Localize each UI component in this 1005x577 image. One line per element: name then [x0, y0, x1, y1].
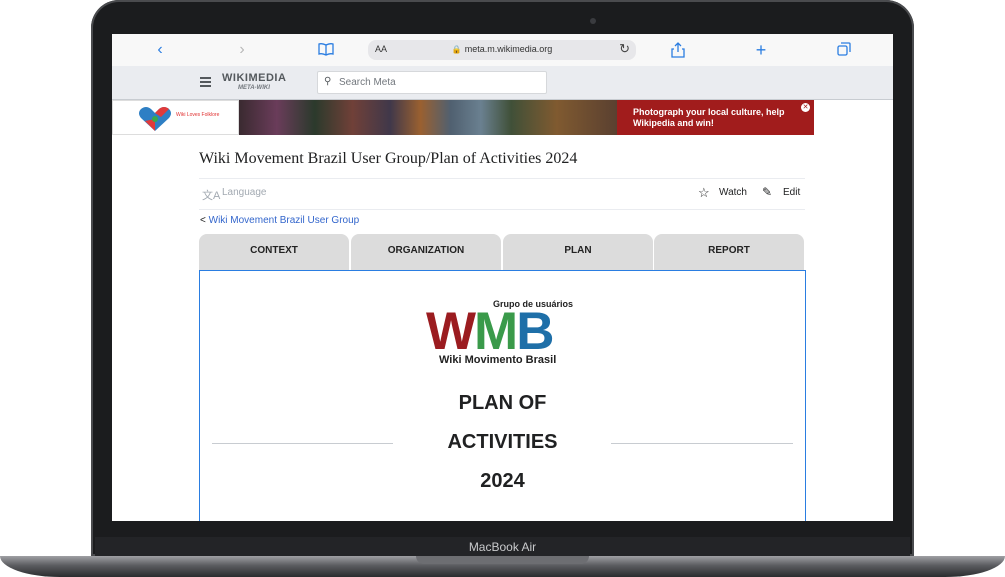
forward-icon[interactable]: ›: [234, 42, 250, 58]
tab-report[interactable]: REPORT: [654, 234, 804, 270]
tab-bar: CONTEXT ORGANIZATION PLAN REPORT: [199, 234, 806, 270]
star-icon[interactable]: ☆: [698, 185, 710, 201]
breadcrumb-prefix: <: [200, 215, 206, 226]
banner-cta[interactable]: Photograph your local culture, help Wiki…: [617, 100, 814, 135]
banner-logo-text: Wiki Loves Folklore: [176, 112, 220, 118]
search-placeholder: Search Meta: [339, 77, 396, 88]
campaign-banner[interactable]: Wiki Loves Folklore Photograph your loca…: [112, 100, 814, 135]
search-icon: ⚲: [324, 76, 332, 87]
tab-organization[interactable]: ORGANIZATION: [351, 234, 501, 270]
bookmarks-icon[interactable]: [318, 42, 334, 58]
breadcrumb-link[interactable]: Wiki Movement Brazil User Group: [209, 215, 360, 226]
heading-line-3: 2024: [480, 470, 525, 492]
menu-icon[interactable]: [200, 77, 211, 89]
edit-button[interactable]: Edit: [783, 187, 800, 198]
share-icon[interactable]: [670, 42, 686, 58]
wmb-logo-name: Wiki Movimento Brasil: [439, 354, 557, 366]
back-icon[interactable]: ‹: [152, 42, 168, 58]
close-icon[interactable]: ✕: [801, 103, 810, 112]
divider-left: [212, 443, 393, 444]
new-tab-icon[interactable]: +: [753, 41, 769, 59]
heading-line-1: PLAN OF: [458, 392, 547, 414]
language-icon[interactable]: 文A: [202, 187, 220, 203]
banner-logo: Wiki Loves Folklore: [112, 100, 239, 135]
breadcrumb: < Wiki Movement Brazil User Group: [200, 215, 359, 226]
address-bar[interactable]: AA 🔒 meta.m.wikimedia.org ↻: [368, 40, 636, 60]
heart-puzzle-icon: [139, 107, 171, 131]
search-input[interactable]: ⚲ Search Meta: [317, 71, 547, 94]
tabs-icon[interactable]: [836, 42, 852, 58]
address-url: 🔒 meta.m.wikimedia.org: [368, 44, 636, 54]
screen: ‹ › AA 🔒 meta.m.wikimedia.org ↻ + WIKIMED…: [112, 34, 893, 521]
page-tools: 文A Language ☆ Watch ✎ Edit: [199, 178, 805, 210]
banner-cta-text: Photograph your local culture, help Wiki…: [633, 107, 785, 128]
language-button[interactable]: Language: [222, 187, 267, 198]
reload-icon[interactable]: ↻: [619, 41, 630, 57]
wmb-letter-b: B: [516, 302, 554, 361]
wikimedia-logo[interactable]: WIKIMEDIA: [222, 72, 286, 84]
tab-context[interactable]: CONTEXT: [199, 234, 349, 270]
browser-toolbar: ‹ › AA 🔒 meta.m.wikimedia.org ↻ +: [112, 34, 893, 67]
page-title: Wiki Movement Brazil User Group/Plan of …: [199, 150, 578, 167]
laptop-notch: [416, 556, 589, 564]
camera-icon: [590, 18, 596, 24]
divider-right: [611, 443, 793, 444]
wmb-letter-m: M: [474, 302, 518, 361]
wmb-letter-w: W: [426, 302, 476, 361]
watch-button[interactable]: Watch: [719, 187, 747, 198]
wmb-logo: WMB: [426, 305, 554, 358]
meta-wiki-label: META-WIKI: [238, 85, 270, 91]
banner-photo-strip: [239, 100, 617, 135]
device-label: MacBook Air: [468, 540, 537, 554]
pencil-icon[interactable]: ✎: [762, 185, 772, 199]
wiki-header: WIKIMEDIA META-WIKI ⚲ Search Meta: [112, 66, 893, 100]
lock-icon: 🔒: [451, 45, 462, 54]
tab-plan[interactable]: PLAN: [503, 234, 653, 270]
address-text: meta.m.wikimedia.org: [464, 44, 553, 54]
